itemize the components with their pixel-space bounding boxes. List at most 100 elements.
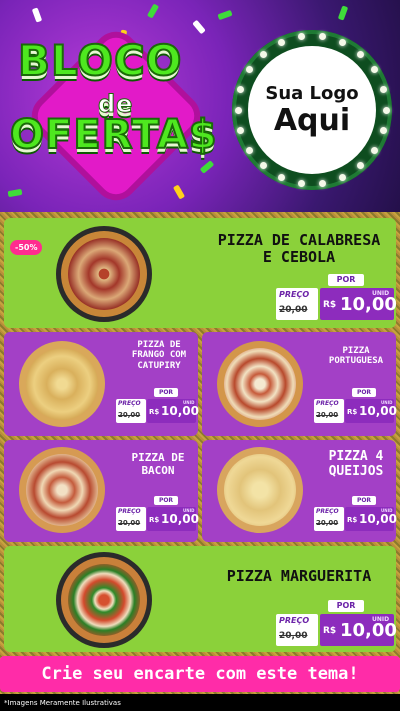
new-price: 10,00 bbox=[359, 512, 397, 526]
confetti bbox=[146, 3, 160, 19]
pizza-calabresa-image bbox=[56, 226, 152, 322]
new-price-box: R$ UNID 10,00 bbox=[147, 399, 199, 423]
per-label: POR bbox=[352, 496, 376, 505]
price-tag: POR PREÇO 20,00 R$ UNID 10,00 bbox=[116, 388, 199, 428]
old-price: 20,00 bbox=[316, 519, 339, 527]
per-label: POR bbox=[328, 600, 364, 612]
preco-label: PREÇO bbox=[316, 400, 339, 407]
preco-label: PREÇO bbox=[118, 508, 141, 515]
header-banner: BLOCO de OFERTA$ Sua Logo Aqui bbox=[0, 0, 400, 212]
ring-light-dot bbox=[234, 106, 242, 114]
product-card-calabresa[interactable]: -50% PIZZA DE CALABRESA E CEBOLA POR PRE… bbox=[4, 218, 397, 328]
product-name-line-2: E CEBOLA bbox=[262, 248, 336, 267]
old-price-box: PREÇO 20,00 bbox=[314, 507, 344, 531]
per-label: POR bbox=[154, 496, 178, 505]
new-price-box: R$ UNID 10,00 bbox=[147, 507, 199, 531]
old-price-box: PREÇO 20,00 bbox=[276, 288, 318, 320]
confetti bbox=[217, 9, 233, 21]
product-name: PIZZA MARGUERITA bbox=[204, 567, 394, 585]
confetti bbox=[7, 188, 23, 198]
price-tag: POR PREÇO 20,00 R$ UNID 10,00 bbox=[314, 388, 397, 428]
disclaimer: *Imagens Meramente Ilustrativas bbox=[0, 694, 400, 711]
old-price-box: PREÇO 20,00 bbox=[116, 507, 146, 531]
currency-symbol: R$ bbox=[323, 626, 337, 636]
currency-symbol: R$ bbox=[347, 516, 358, 524]
ring-light-dot bbox=[379, 127, 387, 135]
product-name-line-3: CATUPIRY bbox=[137, 360, 181, 371]
ring-light-dot bbox=[260, 50, 268, 58]
product-name-line-2: QUEIJOS bbox=[328, 463, 384, 479]
currency-symbol: R$ bbox=[149, 516, 160, 524]
per-label: POR bbox=[352, 388, 376, 397]
confetti bbox=[172, 184, 186, 200]
pizza-bacon-image bbox=[14, 442, 110, 538]
product-name-line-1: PIZZA DE bbox=[137, 340, 181, 350]
new-price: 10,00 bbox=[161, 512, 199, 526]
product-name: PIZZA DE CALABRESA E CEBOLA bbox=[204, 231, 394, 267]
per-label: POR bbox=[328, 274, 364, 286]
product-name: PIZZA PORTUGUESA bbox=[318, 346, 394, 367]
old-price-box: PREÇO 20,00 bbox=[116, 399, 146, 423]
ring-light-dot bbox=[379, 85, 387, 93]
currency-symbol: R$ bbox=[347, 408, 358, 416]
ring-light-dot bbox=[246, 146, 254, 154]
new-price-box: R$ UNID 10,00 bbox=[320, 614, 397, 646]
product-name-line-1: PIZZA MARGUERITA bbox=[226, 567, 372, 585]
ring-light-dot bbox=[277, 173, 285, 181]
product-name-line-2: FRANGO COM bbox=[131, 350, 187, 361]
product-name: PIZZA 4 QUEIJOS bbox=[318, 449, 394, 480]
logo-text-line-1: Sua Logo bbox=[265, 82, 359, 104]
currency-symbol: R$ bbox=[149, 408, 160, 416]
new-price: 10,00 bbox=[161, 404, 199, 418]
per-label: POR bbox=[154, 388, 178, 397]
new-price: 10,00 bbox=[359, 404, 397, 418]
pizza-portuguesa-image bbox=[212, 336, 308, 432]
price-tag: POR PREÇO 20,00 R$ UNID 10,00 bbox=[276, 600, 397, 650]
title-line-3: OFERTA$ bbox=[9, 111, 218, 159]
cta-text: Crie seu encarte com este tema! bbox=[41, 664, 359, 684]
old-price-box: PREÇO 20,00 bbox=[314, 399, 344, 423]
price-tag: POR PREÇO 20,00 R$ UNID 10,00 bbox=[314, 496, 397, 536]
ring-light-dot bbox=[277, 39, 285, 47]
old-price: 20,00 bbox=[118, 411, 141, 419]
old-price: 20,00 bbox=[279, 631, 308, 641]
product-name-line-2: PORTUGUESA bbox=[328, 356, 384, 367]
ring-light-dot bbox=[339, 173, 347, 181]
new-price-box: R$ UNID 10,00 bbox=[345, 507, 397, 531]
product-card-marguerita[interactable]: PIZZA MARGUERITA POR PREÇO 20,00 R$ UNID… bbox=[4, 546, 397, 652]
product-name-line-2: BACON bbox=[141, 463, 175, 477]
product-card-frango[interactable]: PIZZA DE FRANGO COM CATUPIRY POR PREÇO 2… bbox=[4, 332, 199, 436]
preco-label: PREÇO bbox=[279, 290, 310, 299]
logo-text-line-2: Aqui bbox=[273, 102, 351, 138]
old-price: 20,00 bbox=[279, 305, 308, 315]
logo-placeholder: Sua Logo Aqui bbox=[248, 46, 376, 174]
old-price: 20,00 bbox=[118, 519, 141, 527]
cta-banner[interactable]: Crie seu encarte com este tema! bbox=[0, 656, 400, 692]
product-name-line-1: PIZZA 4 bbox=[328, 449, 384, 464]
pizza-frango-image bbox=[14, 336, 110, 432]
new-price: 10,00 bbox=[340, 294, 397, 315]
confetti bbox=[337, 5, 349, 21]
product-card-portuguesa[interactable]: PIZZA PORTUGUESA POR PREÇO 20,00 R$ UNID… bbox=[202, 332, 397, 436]
ring-light-dot bbox=[382, 106, 390, 114]
ring-light-dot bbox=[319, 179, 327, 187]
ring-light-dot bbox=[370, 146, 378, 154]
new-price: 10,00 bbox=[340, 620, 397, 641]
product-name-line-1: PIZZA bbox=[342, 346, 370, 356]
flyer: BLOCO de OFERTA$ Sua Logo Aqui -50% PIZZ… bbox=[0, 0, 400, 711]
preco-label: PREÇO bbox=[316, 508, 339, 515]
price-tag: POR PREÇO 20,00 R$ UNID 10,00 bbox=[116, 496, 199, 536]
product-card-bacon[interactable]: PIZZA DE BACON POR PREÇO 20,00 R$ UNID 1… bbox=[4, 440, 199, 542]
pizza-4-queijos-image bbox=[212, 442, 308, 538]
ring-light-dot bbox=[356, 50, 364, 58]
new-price-box: R$ UNID 10,00 bbox=[345, 399, 397, 423]
old-price-box: PREÇO 20,00 bbox=[276, 614, 318, 646]
ring-light-dot bbox=[297, 179, 305, 187]
product-name-line-1: PIZZA DE CALABRESA bbox=[217, 231, 381, 249]
title-line-1: BLOCO bbox=[17, 35, 183, 86]
old-price: 20,00 bbox=[316, 411, 339, 419]
product-card-4-queijos[interactable]: PIZZA 4 QUEIJOS POR PREÇO 20,00 R$ UNID … bbox=[202, 440, 397, 542]
product-name-line-1: PIZZA DE bbox=[131, 451, 185, 464]
currency-symbol: R$ bbox=[323, 300, 337, 310]
product-name: PIZZA DE FRANGO COM CATUPIRY bbox=[122, 340, 196, 371]
